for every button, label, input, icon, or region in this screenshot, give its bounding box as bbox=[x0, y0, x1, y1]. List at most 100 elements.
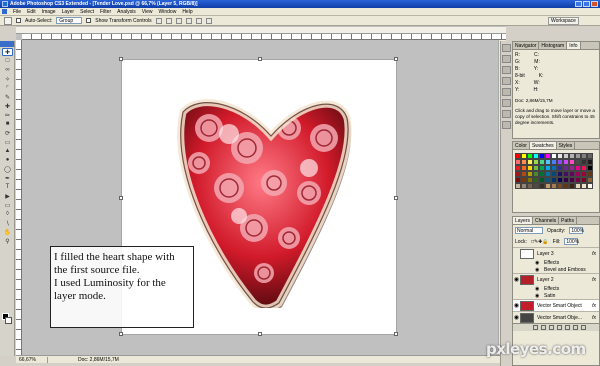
menu-layer[interactable]: Layer bbox=[62, 9, 75, 15]
add-mask-icon[interactable] bbox=[549, 325, 554, 330]
tab-layers[interactable]: Layers bbox=[513, 217, 534, 224]
layer-comps-icon[interactable] bbox=[502, 66, 511, 74]
transform-handle[interactable] bbox=[258, 332, 262, 336]
tab-navigator[interactable]: Navigator bbox=[513, 42, 540, 49]
paragraph-panel-icon[interactable] bbox=[502, 121, 511, 129]
align-center-icon[interactable] bbox=[195, 17, 202, 24]
transform-handle[interactable] bbox=[258, 57, 262, 61]
brush-tool-icon[interactable]: ✏ bbox=[2, 111, 13, 119]
eye-icon[interactable]: ◉ bbox=[535, 260, 541, 266]
slice-tool-icon[interactable]: ✎ bbox=[2, 93, 13, 101]
brush-panel-icon[interactable] bbox=[502, 44, 511, 52]
character-panel-icon[interactable] bbox=[502, 110, 511, 118]
layer-row[interactable]: ◉ Layer 2 fx bbox=[513, 273, 599, 285]
opacity-field[interactable]: 100% bbox=[569, 227, 584, 234]
tab-channels[interactable]: Channels bbox=[533, 217, 560, 224]
layer-row[interactable]: ◉ Vector Smart Object fx bbox=[513, 299, 599, 311]
tab-styles[interactable]: Styles bbox=[557, 142, 576, 149]
path-select-tool-icon[interactable]: ▶ bbox=[2, 192, 13, 200]
effect-row[interactable]: ◉ Effects bbox=[513, 285, 599, 292]
workspace-button[interactable]: Workspace bbox=[548, 17, 579, 25]
layer-row[interactable]: Layer 3 fx bbox=[513, 247, 599, 259]
menu-edit[interactable]: Edit bbox=[27, 9, 36, 15]
menu-select[interactable]: Select bbox=[80, 9, 94, 15]
transform-handle[interactable] bbox=[119, 57, 123, 61]
eye-icon[interactable]: ◉ bbox=[535, 286, 541, 292]
align-bottom-icon[interactable] bbox=[175, 17, 182, 24]
link-layers-icon[interactable] bbox=[533, 325, 538, 330]
delete-layer-icon[interactable] bbox=[581, 325, 586, 330]
eye-icon[interactable]: ◉ bbox=[513, 314, 520, 321]
eye-icon[interactable]: ◉ bbox=[535, 293, 541, 299]
fx-icon[interactable]: fx bbox=[592, 315, 596, 321]
tab-color[interactable]: Color bbox=[513, 142, 530, 149]
menu-window[interactable]: Window bbox=[159, 9, 177, 15]
app-menu-icon[interactable] bbox=[2, 9, 7, 14]
menu-view[interactable]: View bbox=[142, 9, 153, 15]
tab-info[interactable]: Info bbox=[567, 42, 581, 49]
effect-row[interactable]: ◉ Bevel and Emboss bbox=[513, 266, 599, 273]
fx-icon[interactable]: fx bbox=[592, 303, 596, 309]
history-brush-icon[interactable]: ⟳ bbox=[2, 129, 13, 137]
transform-handle[interactable] bbox=[119, 332, 123, 336]
auto-select-checkbox[interactable] bbox=[16, 18, 21, 23]
dodge-tool-icon[interactable]: ◯ bbox=[2, 165, 13, 173]
history-panel-icon[interactable] bbox=[502, 88, 511, 96]
minimize-button[interactable] bbox=[575, 1, 582, 7]
align-top-icon[interactable] bbox=[155, 17, 162, 24]
transform-handle[interactable] bbox=[394, 57, 398, 61]
clone-source-icon[interactable] bbox=[502, 77, 511, 85]
blend-mode-dropdown[interactable]: Normal bbox=[515, 227, 543, 234]
auto-select-dropdown[interactable]: Group bbox=[56, 17, 83, 24]
gradient-tool-icon[interactable]: ▲ bbox=[2, 147, 13, 155]
menu-analysis[interactable]: Analysis bbox=[117, 9, 136, 15]
eraser-tool-icon[interactable]: ▭ bbox=[2, 138, 13, 146]
type-tool-icon[interactable]: T bbox=[2, 183, 13, 191]
transform-handle[interactable] bbox=[394, 196, 398, 200]
add-style-icon[interactable] bbox=[541, 325, 546, 330]
top-ruler[interactable] bbox=[22, 34, 506, 40]
tab-swatches[interactable]: Swatches bbox=[529, 142, 557, 149]
menu-help[interactable]: Help bbox=[182, 9, 192, 15]
color-swatch[interactable] bbox=[587, 183, 593, 189]
tab-paths[interactable]: Paths bbox=[559, 217, 577, 224]
close-button[interactable] bbox=[591, 1, 598, 7]
menu-filter[interactable]: Filter bbox=[100, 9, 111, 15]
fill-field[interactable]: 100% bbox=[564, 238, 579, 245]
3d-tool-icon[interactable]: ◊ bbox=[2, 210, 13, 218]
zoom-level[interactable]: 66,67% bbox=[16, 356, 48, 363]
transform-handle[interactable] bbox=[394, 332, 398, 336]
fx-icon[interactable]: fx bbox=[592, 277, 596, 283]
quick-select-tool-icon[interactable]: ✧ bbox=[2, 75, 13, 83]
layer-row[interactable]: ◉ Vector Smart Obje... fx bbox=[513, 311, 599, 323]
zoom-tool-icon[interactable]: ⚲ bbox=[2, 237, 13, 245]
toolbox-header[interactable] bbox=[0, 41, 14, 47]
eyedropper-tool-icon[interactable]: ∖ bbox=[2, 219, 13, 227]
pen-tool-icon[interactable]: ✒ bbox=[2, 174, 13, 182]
new-layer-icon[interactable] bbox=[573, 325, 578, 330]
tool-presets-icon[interactable] bbox=[502, 55, 511, 63]
menu-image[interactable]: Image bbox=[42, 9, 56, 15]
maximize-button[interactable] bbox=[583, 1, 590, 7]
align-right-icon[interactable] bbox=[205, 17, 212, 24]
crop-tool-icon[interactable]: ⌜ bbox=[2, 84, 13, 92]
left-ruler[interactable] bbox=[16, 40, 22, 356]
move-tool-preset-icon[interactable] bbox=[4, 16, 12, 25]
hand-tool-icon[interactable]: ✋ bbox=[2, 228, 13, 236]
align-left-icon[interactable] bbox=[185, 17, 192, 24]
clone-stamp-icon[interactable]: ■ bbox=[2, 120, 13, 128]
move-tool-icon[interactable]: ✚ bbox=[2, 48, 13, 56]
marquee-tool-icon[interactable]: □ bbox=[2, 57, 13, 65]
menu-file[interactable]: File bbox=[13, 9, 21, 15]
effect-row[interactable]: ◉ Effects bbox=[513, 259, 599, 266]
new-adjustment-icon[interactable] bbox=[557, 325, 562, 330]
healing-brush-icon[interactable]: ✚ bbox=[2, 102, 13, 110]
transform-handle[interactable] bbox=[119, 196, 123, 200]
eye-icon[interactable]: ◉ bbox=[513, 276, 520, 283]
new-group-icon[interactable] bbox=[565, 325, 570, 330]
show-transform-checkbox[interactable] bbox=[86, 18, 92, 23]
eye-icon[interactable]: ◉ bbox=[535, 267, 541, 273]
background-color-swatch[interactable] bbox=[5, 317, 12, 324]
tab-histogram[interactable]: Histogram bbox=[539, 42, 568, 49]
fx-icon[interactable]: fx bbox=[592, 251, 596, 257]
